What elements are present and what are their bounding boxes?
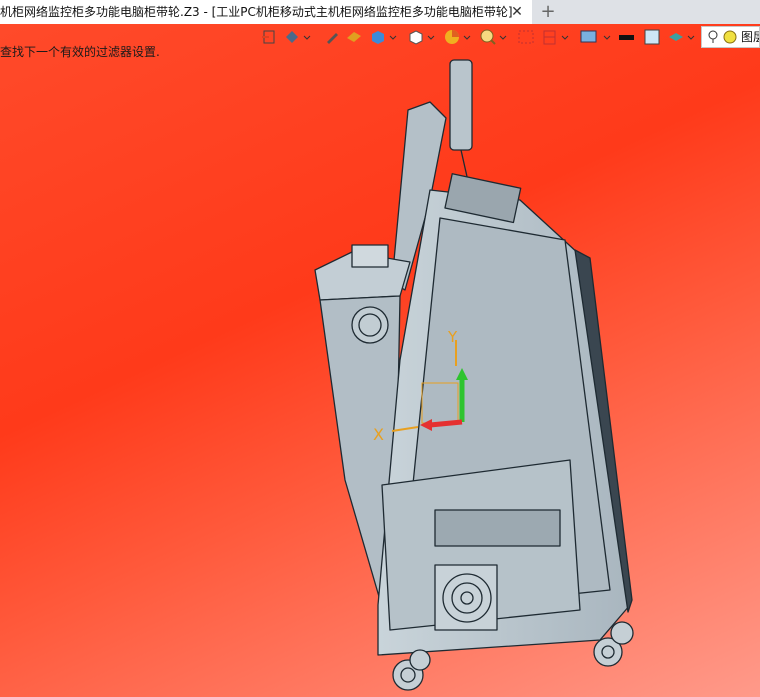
speaker-box xyxy=(434,564,498,631)
layer-style-icon[interactable] xyxy=(669,33,695,41)
layer-dropdown[interactable]: 图层 xyxy=(701,26,760,48)
exit-sketch-icon[interactable] xyxy=(262,30,275,44)
layer-label: 图层 xyxy=(741,30,759,44)
document-tab[interactable]: 机柜网络监控柜多功能电脑柜带轮.Z3 - [工业PC机柜移动式主机柜网络监控柜多… xyxy=(0,0,532,24)
y-axis-label: Y xyxy=(447,328,458,346)
tab-bar: 机柜网络监控柜多功能电脑柜带轮.Z3 - [工业PC机柜移动式主机柜网络监控柜多… xyxy=(0,0,760,24)
section-plane-icon[interactable] xyxy=(543,30,569,45)
view-toolbar xyxy=(256,26,696,48)
pen-icon[interactable] xyxy=(327,33,338,44)
pie-filter-icon[interactable] xyxy=(445,30,471,44)
view-cube-icon[interactable] xyxy=(409,30,435,45)
toolbar-icons xyxy=(262,29,695,45)
bulb-icon xyxy=(708,30,737,44)
shaded-box-icon[interactable] xyxy=(372,31,397,44)
3d-viewport[interactable]: Y X xyxy=(0,24,760,697)
x-axis-label: X xyxy=(373,425,384,444)
signal-light xyxy=(449,59,473,151)
close-tab-icon[interactable]: ✕ xyxy=(508,0,526,24)
status-message: 查找下一个有效的过滤器设置. xyxy=(0,45,160,59)
render-mode-icon[interactable] xyxy=(286,31,311,43)
face-color-icon[interactable] xyxy=(644,29,660,45)
tab-title: 机柜网络监控柜多功能电脑柜带轮.Z3 - [工业PC机柜移动式主机柜网络监控柜多… xyxy=(0,5,513,19)
cabinet-model[interactable]: Y X xyxy=(0,24,760,697)
line-color-icon[interactable] xyxy=(619,35,634,40)
side-knob xyxy=(351,306,389,344)
zoom-icon[interactable] xyxy=(480,29,507,45)
capture-icon[interactable] xyxy=(518,30,534,44)
new-tab-button[interactable]: + xyxy=(538,0,558,24)
eraser-icon[interactable] xyxy=(347,32,361,42)
display-settings-icon[interactable] xyxy=(580,30,611,43)
